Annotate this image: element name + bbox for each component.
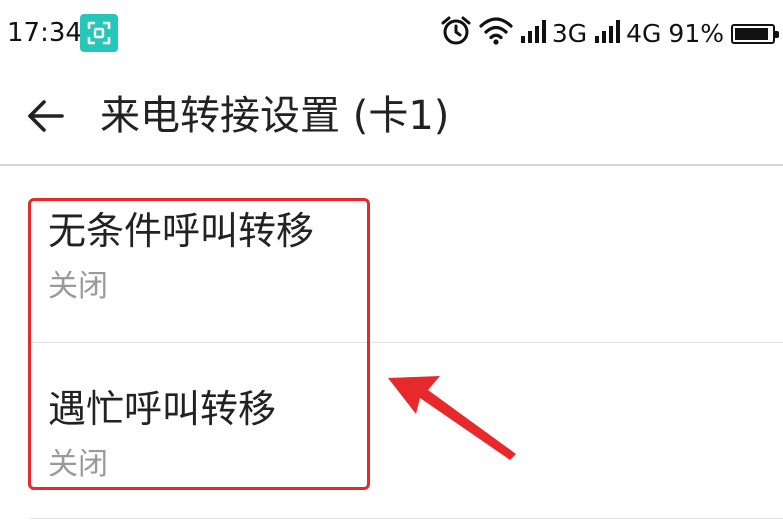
- network-type-label: 4G: [626, 19, 662, 48]
- signal-bars-icon: [594, 18, 624, 50]
- list-item-title: 无条件呼叫转移: [48, 209, 315, 253]
- scan-icon: [80, 14, 118, 52]
- network-type-label: 3G: [551, 19, 588, 48]
- battery-icon: [731, 24, 779, 44]
- list-item-status: 关闭: [48, 447, 108, 482]
- alarm-clock-icon: [440, 15, 472, 53]
- list-item-title: 遇忙呼叫转移: [48, 387, 277, 431]
- battery-percent: 91%: [668, 19, 724, 48]
- list-item-unconditional-forwarding[interactable]: 无条件呼叫转移 关闭: [0, 166, 783, 342]
- status-time: 17:34: [7, 18, 82, 48]
- status-bar: 17:34 3G 4G 91%: [0, 0, 783, 68]
- page-title: 来电转接设置 (卡1): [100, 93, 450, 139]
- list-item-status: 关闭: [48, 269, 108, 304]
- app-header: 来电转接设置 (卡1): [0, 68, 783, 166]
- wifi-icon: [479, 16, 513, 52]
- list-item-busy-forwarding[interactable]: 遇忙呼叫转移 关闭: [0, 342, 783, 518]
- status-indicators: 3G 4G 91%: [440, 14, 779, 54]
- divider: [30, 518, 783, 519]
- signal-1: 3G: [520, 17, 587, 51]
- battery-fill: [735, 28, 768, 40]
- back-button[interactable]: [18, 90, 74, 142]
- signal-bars-icon: [520, 18, 550, 50]
- signal-2: 4G: [594, 17, 661, 51]
